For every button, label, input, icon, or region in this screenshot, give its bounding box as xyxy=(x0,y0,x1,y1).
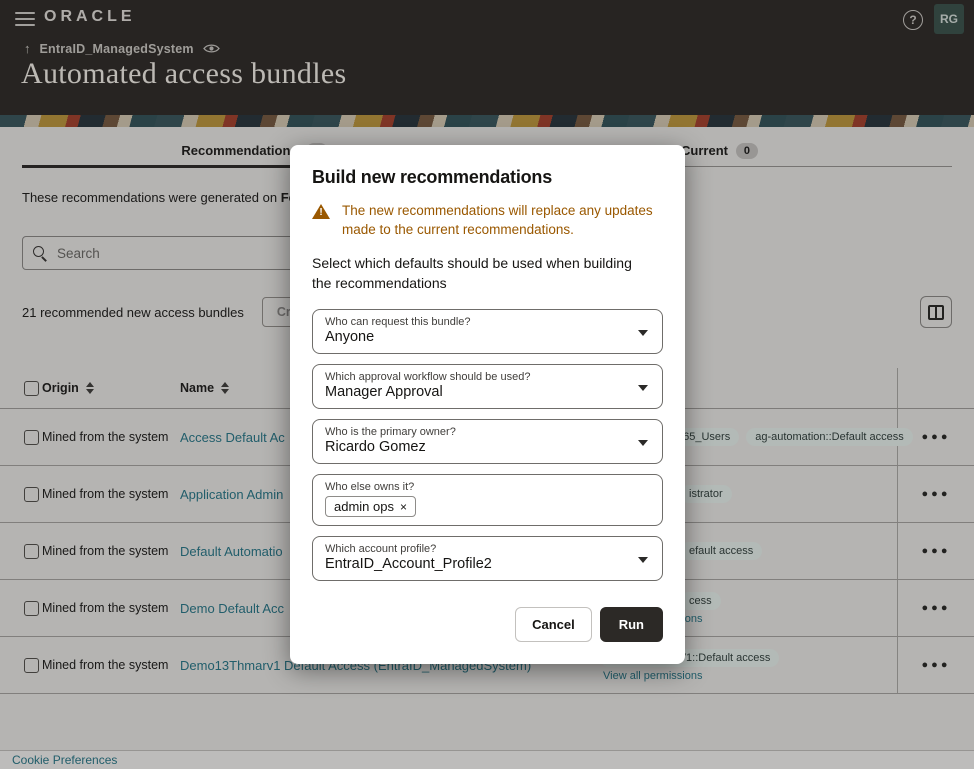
field-value: Anyone xyxy=(325,329,632,345)
dialog-title: Build new recommendations xyxy=(312,167,663,188)
chevron-down-icon xyxy=(638,330,648,336)
dialog-buttons: Cancel Run xyxy=(312,607,663,642)
run-button[interactable]: Run xyxy=(600,607,663,642)
warning-text: The new recommendations will replace any… xyxy=(342,202,663,240)
field-value: EntraID_Account_Profile2 xyxy=(325,556,632,572)
primary-owner-select[interactable]: Who is the primary owner? Ricardo Gomez xyxy=(312,419,663,464)
owner-chip: admin ops × xyxy=(325,496,416,517)
warning-message: ! The new recommendations will replace a… xyxy=(312,202,663,240)
approval-workflow-select[interactable]: Which approval workflow should be used? … xyxy=(312,364,663,409)
field-label: Who else owns it? xyxy=(325,481,632,493)
field-label: Who can request this bundle? xyxy=(325,316,632,328)
owner-chip-label: admin ops xyxy=(334,499,394,514)
warning-icon: ! xyxy=(312,203,331,220)
field-value: Manager Approval xyxy=(325,384,632,400)
field-value: Ricardo Gomez xyxy=(325,439,632,455)
chip-remove-icon[interactable]: × xyxy=(400,500,407,514)
field-label: Which approval workflow should be used? xyxy=(325,371,632,383)
chevron-down-icon xyxy=(638,557,648,563)
field-label: Who is the primary owner? xyxy=(325,426,632,438)
chevron-down-icon xyxy=(638,440,648,446)
build-recommendations-dialog: Build new recommendations ! The new reco… xyxy=(290,145,685,664)
page: ORACLE ? RG ↑ EntraID_ManagedSystem Auto… xyxy=(0,0,974,769)
cancel-button[interactable]: Cancel xyxy=(515,607,592,642)
chevron-down-icon xyxy=(638,385,648,391)
other-owners-field[interactable]: Who else owns it? admin ops × xyxy=(312,474,663,526)
dialog-description: Select which defaults should be used whe… xyxy=(312,253,635,294)
field-label: Which account profile? xyxy=(325,543,632,555)
account-profile-select[interactable]: Which account profile? EntraID_Account_P… xyxy=(312,536,663,581)
request-bundle-select[interactable]: Who can request this bundle? Anyone xyxy=(312,309,663,354)
dialog-fields: Who can request this bundle? Anyone Whic… xyxy=(312,309,663,581)
